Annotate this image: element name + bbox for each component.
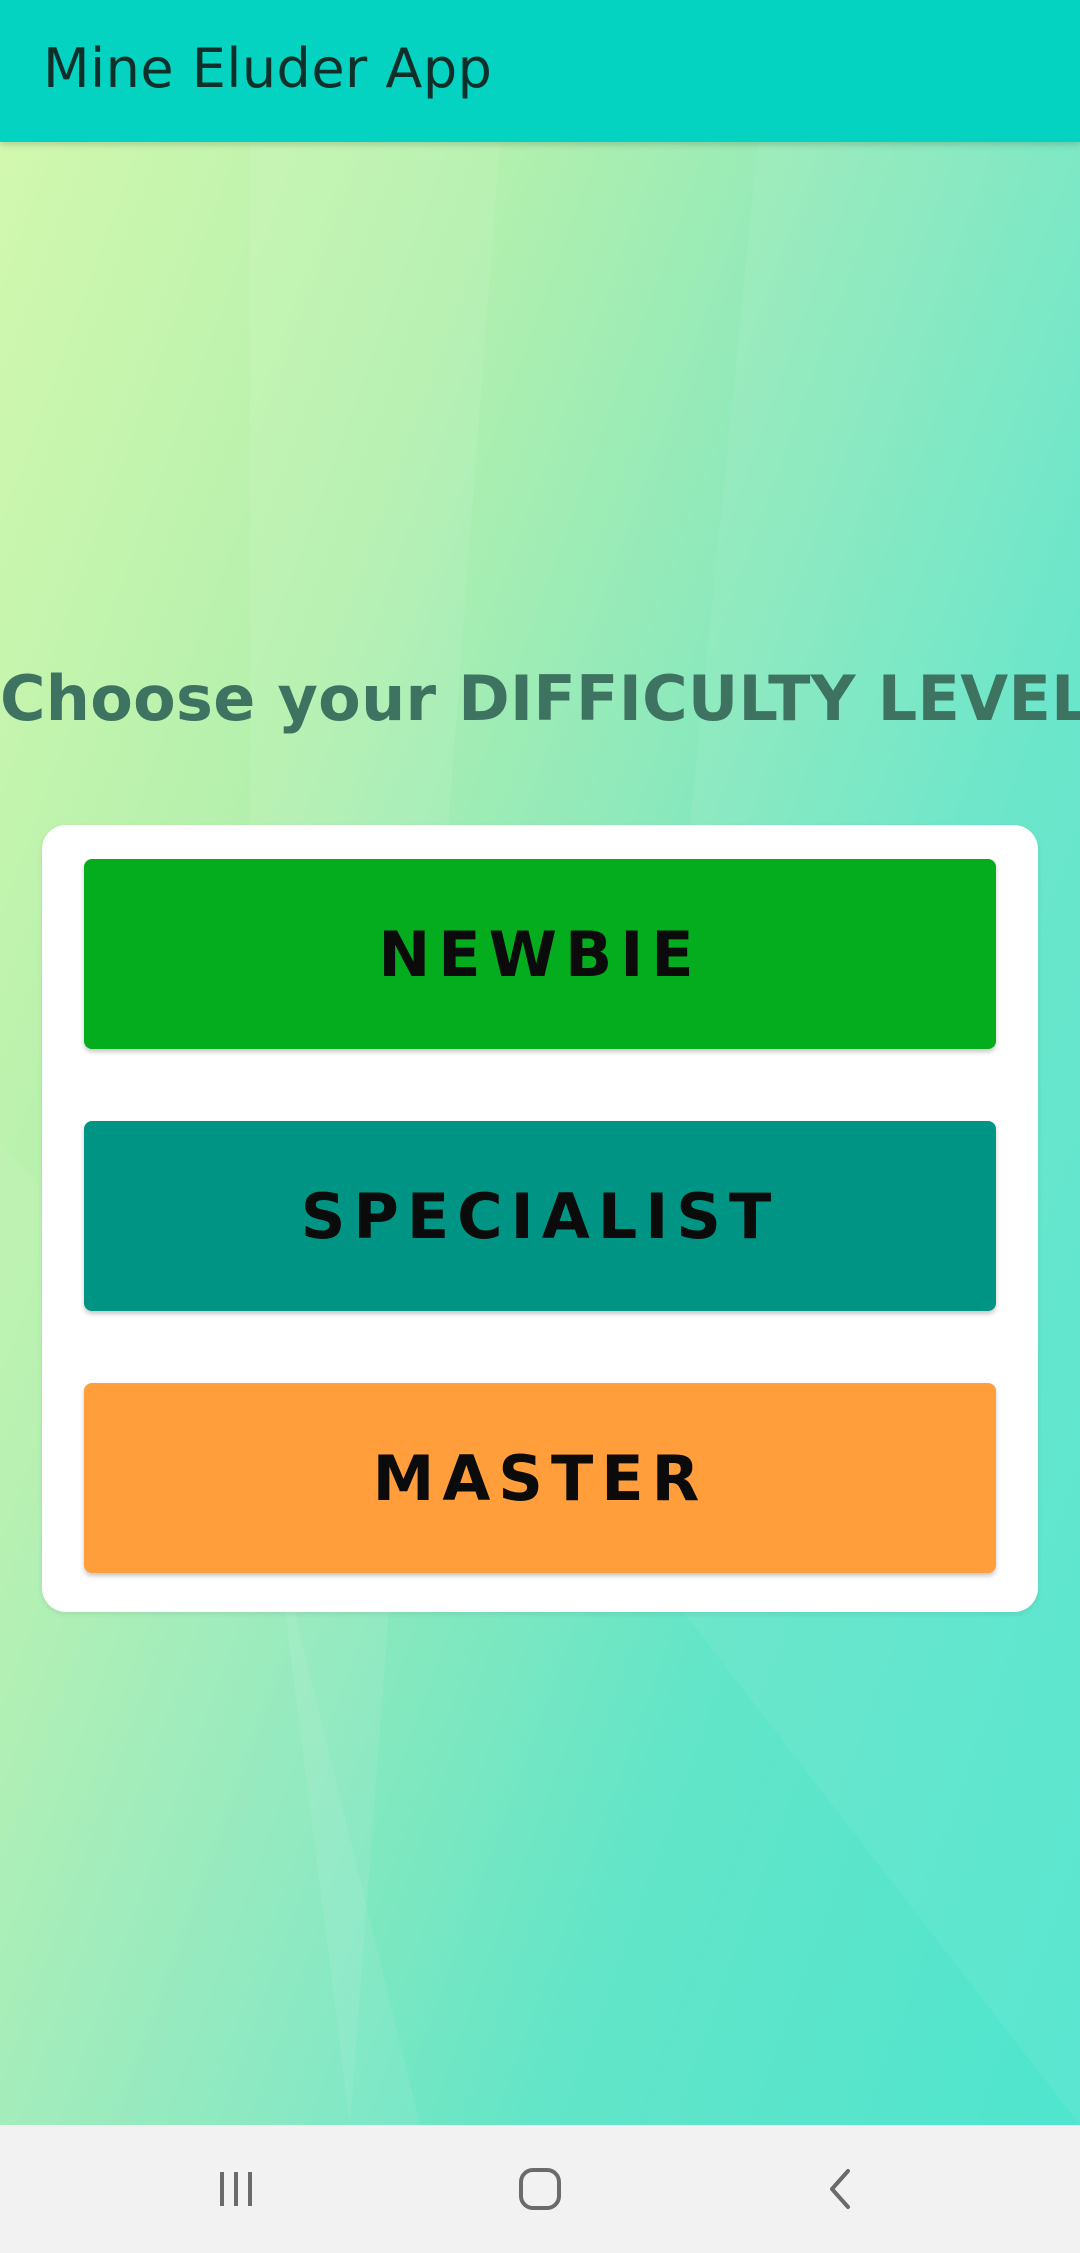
recents-button[interactable]	[196, 2149, 276, 2229]
app-screen: Mine Eluder App Choose your DIFFICULTY L…	[0, 0, 1080, 2253]
master-button[interactable]: MASTER	[84, 1383, 996, 1573]
difficulty-card: NEWBIE SPECIALIST MASTER	[42, 825, 1038, 1612]
back-button[interactable]	[802, 2149, 882, 2229]
newbie-button[interactable]: NEWBIE	[84, 859, 996, 1049]
main-content: Choose your DIFFICULTY LEVEL NEWBIE SPEC…	[0, 142, 1080, 2125]
home-button[interactable]	[500, 2149, 580, 2229]
app-title: Mine Eluder App	[43, 37, 493, 100]
system-nav-bar	[0, 2125, 1080, 2253]
difficulty-headline: Choose your DIFFICULTY LEVEL	[0, 662, 1080, 735]
specialist-button[interactable]: SPECIALIST	[84, 1121, 996, 1311]
home-icon	[519, 2168, 561, 2210]
back-icon	[830, 2169, 850, 2209]
recents-icon	[220, 2172, 252, 2206]
app-bar: Mine Eluder App	[0, 0, 1080, 142]
